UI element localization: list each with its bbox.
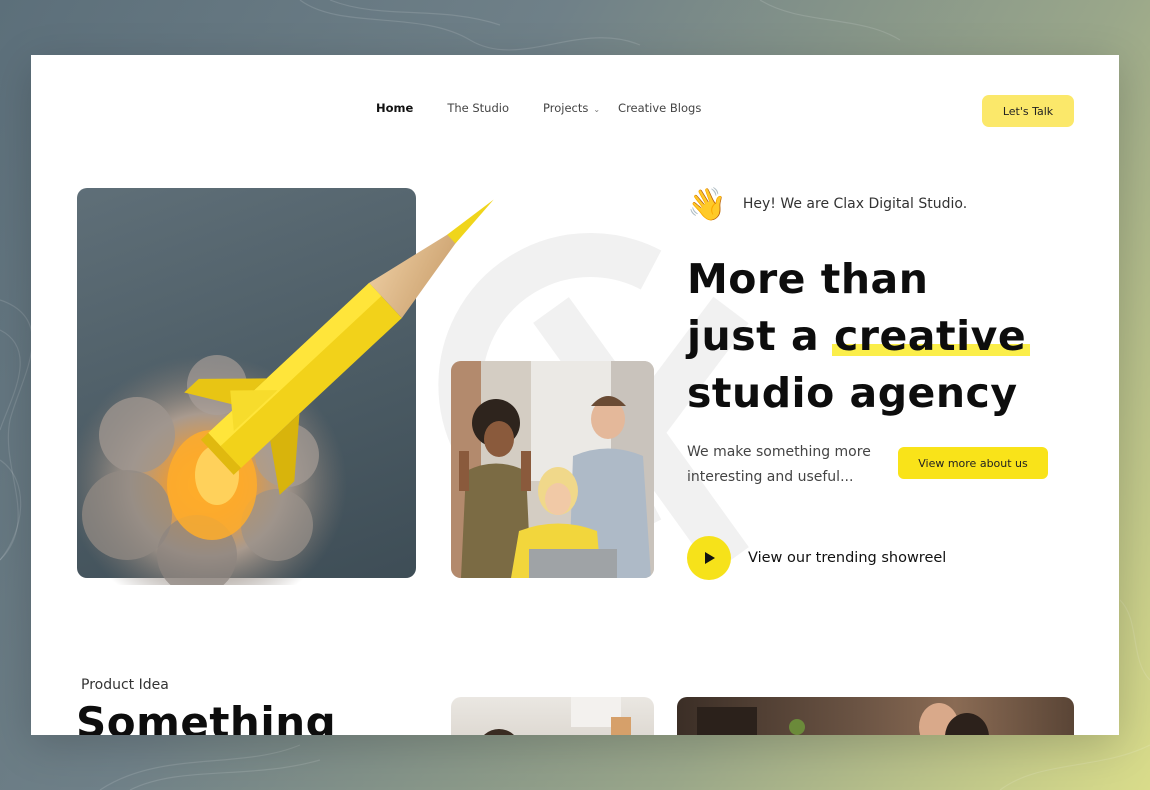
nav-item-home[interactable]: Home [376, 101, 413, 115]
play-icon[interactable] [687, 536, 731, 580]
greeting-text: Hey! We are Clax Digital Studio. [742, 196, 968, 212]
headline-line-1: More than [687, 255, 929, 303]
hero-subtitle: We make something more interesting and u… [687, 444, 871, 485]
section-label: Product Idea [81, 677, 169, 693]
headline-line-2: just a creative [687, 308, 1107, 365]
showreel-label: View our trending showreel [748, 550, 947, 566]
team-photo [451, 361, 654, 578]
nav-item-projects[interactable]: Projects ⌄ [543, 101, 600, 115]
thumbnail-2-art [697, 703, 989, 735]
waving-hand-icon: 👋 [687, 185, 727, 223]
nav-item-studio[interactable]: The Studio [447, 101, 509, 115]
headline-highlight: creative [831, 308, 1031, 365]
nav-item-blogs[interactable]: Creative Blogs [618, 101, 701, 115]
project-thumbnail-2[interactable] [677, 697, 1074, 735]
thumbnail-1-art [484, 697, 631, 735]
showreel-link[interactable]: View our trending showreel [687, 536, 946, 580]
nav-item-projects-label: Projects [543, 101, 589, 115]
team-photo-illustration [451, 361, 654, 578]
website-frame: Home The Studio Projects ⌄ Creative Blogs… [31, 55, 1119, 735]
greeting-row: 👋 Hey! We are Clax Digital Studio. [687, 188, 967, 220]
main-nav: Home The Studio Projects ⌄ Creative Blogs [376, 101, 735, 115]
headline-line-3: studio agency [687, 369, 1018, 417]
lets-talk-button[interactable]: Let's Talk [982, 95, 1074, 127]
hero-headline: More than just a creative studio agency [687, 251, 1107, 422]
chevron-down-icon: ⌄ [593, 105, 601, 114]
pencil-rocket-illustration [77, 199, 494, 585]
view-more-button[interactable]: View more about us [898, 447, 1048, 479]
section-title: Something [76, 698, 337, 735]
project-thumbnail-1[interactable] [451, 697, 654, 735]
headline-line-2-pre: just a [687, 312, 834, 360]
